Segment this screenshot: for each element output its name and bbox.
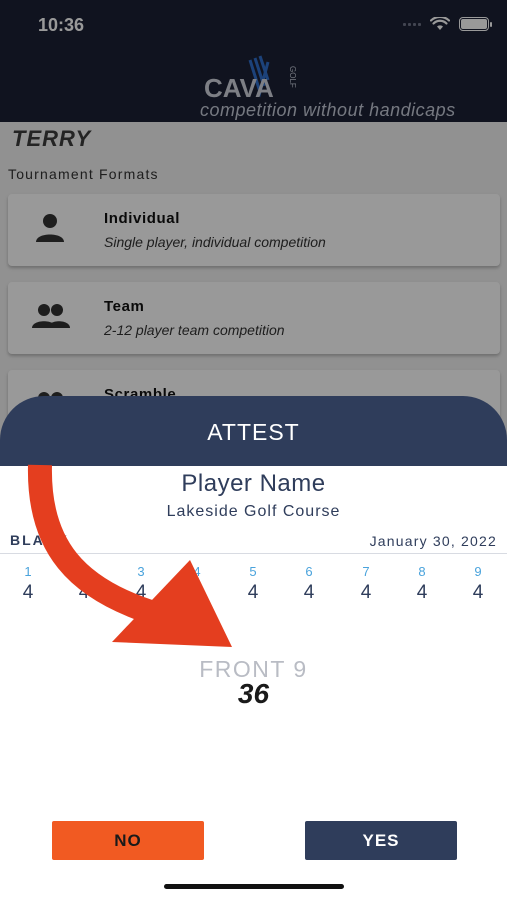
player-name: Player Name: [181, 470, 326, 497]
hole-column: 3 4: [121, 564, 161, 604]
hole-par: 4: [135, 582, 147, 603]
attest-modal-header: ATTEST: [0, 396, 507, 466]
hole-column: 6 4: [289, 564, 329, 604]
hole-par: 4: [303, 582, 315, 603]
hole-column: 5 4: [233, 564, 273, 604]
hole-column: 8 4: [402, 564, 442, 604]
hole-column: 1 4: [8, 564, 48, 604]
hole-number: 9: [474, 564, 482, 579]
hole-par: 4: [22, 582, 34, 603]
hole-par: 4: [247, 582, 259, 603]
hole-number: 3: [137, 564, 145, 579]
divider: [0, 553, 507, 554]
hole-par: 4: [191, 582, 203, 603]
modal-title: ATTEST: [207, 419, 300, 445]
hole-column: 2 4: [64, 564, 104, 604]
hole-par: 4: [78, 582, 90, 603]
hole-column: 4 4: [177, 564, 217, 604]
home-indicator[interactable]: [164, 884, 344, 889]
hole-number: 6: [305, 564, 313, 579]
hole-par: 4: [416, 582, 428, 603]
hole-number: 8: [418, 564, 426, 579]
hole-number: 7: [362, 564, 370, 579]
hole-par: 4: [472, 582, 484, 603]
course-name: Lakeside Golf Course: [166, 503, 341, 520]
front-nine-total: 36: [237, 678, 270, 709]
hole-number: 4: [193, 564, 201, 579]
hole-column: 9 4: [458, 564, 498, 604]
hole-number: 2: [80, 564, 88, 579]
hole-par-row: 1 4 2 4 3 4 4 4 5 4 6 4 7 4 8 4 9 4: [0, 564, 507, 608]
hole-number: 1: [24, 564, 32, 579]
tee-label: BLACK: [10, 532, 69, 548]
hole-column: 7 4: [346, 564, 386, 604]
hole-par: 4: [360, 582, 372, 603]
round-date: January 30, 2022: [369, 533, 497, 549]
yes-button[interactable]: YES: [305, 821, 457, 860]
no-button[interactable]: NO: [52, 821, 204, 860]
hole-number: 5: [249, 564, 257, 579]
